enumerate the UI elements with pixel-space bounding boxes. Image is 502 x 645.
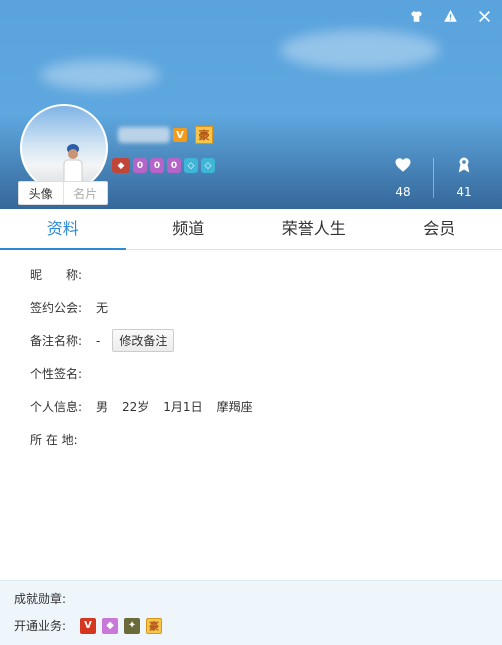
tab-membership[interactable]: 会员 <box>377 209 502 249</box>
birthday-value: 1月1日 <box>163 398 202 415</box>
nickname-row: 昵 称: <box>30 258 267 291</box>
likes-stat[interactable]: 48 <box>383 156 423 199</box>
warning-icon[interactable] <box>440 6 460 26</box>
footer-panel: 成就勋章: 开通业务: V ◆ ✦ 豪 <box>0 580 502 645</box>
avatar-tabs: 头像 名片 <box>18 181 108 205</box>
header-cloud <box>40 60 160 90</box>
signature-row: 个性签名: <box>30 357 267 390</box>
purple-medal-icon[interactable]: 0 <box>167 158 181 173</box>
vip-badge[interactable]: V <box>173 128 187 142</box>
achievements-row: 成就勋章: <box>14 590 66 607</box>
honors-count: 41 <box>444 185 484 199</box>
remark-row: 备注名称: - 修改备注 <box>30 324 267 357</box>
tab-profile[interactable]: 资料 <box>0 209 126 249</box>
gender-value: 男 <box>96 398 108 415</box>
medal-row: ◆ 0 0 0 ◇ ◇ <box>112 158 215 173</box>
diamond-medal-icon[interactable]: ◇ <box>201 158 215 173</box>
guild-row: 签约公会: 无 <box>30 291 267 324</box>
purple-medal-icon[interactable]: 0 <box>150 158 164 173</box>
profile-header: 头像 名片 V 豪 ◆ 0 0 0 ◇ ◇ 48 41 <box>0 0 502 209</box>
guild-value: 无 <box>96 299 108 316</box>
shirt-icon[interactable] <box>406 6 426 26</box>
signature-label: 个性签名: <box>30 365 96 382</box>
profile-tabs: 资料 频道 荣誉人生 会员 <box>0 209 502 250</box>
location-row: 所 在 地: <box>30 423 267 456</box>
achievements-label: 成就勋章: <box>14 590 66 607</box>
window-controls <box>406 6 494 26</box>
guild-label: 签约公会: <box>30 299 96 316</box>
personal-label: 个人信息: <box>30 398 96 415</box>
award-icon <box>444 156 484 177</box>
heart-icon <box>383 156 423 177</box>
close-icon[interactable] <box>474 6 494 26</box>
tab-channel[interactable]: 频道 <box>126 209 252 249</box>
edit-remark-button[interactable]: 修改备注 <box>112 329 174 352</box>
remark-value: - <box>96 334 100 348</box>
zodiac-value: 摩羯座 <box>217 398 253 415</box>
personal-row: 个人信息: 男 22岁 1月1日 摩羯座 <box>30 390 267 423</box>
location-label: 所 在 地: <box>30 431 96 448</box>
avatar-tab[interactable]: 头像 <box>19 182 63 204</box>
username-blurred <box>118 127 170 143</box>
crest-medal-icon[interactable]: ◆ <box>112 158 130 173</box>
avatar[interactable] <box>20 104 108 192</box>
tab-honor-life[interactable]: 荣誉人生 <box>251 209 377 249</box>
services-label: 开通业务: <box>14 617 66 634</box>
gem-service-icon[interactable]: ◆ <box>102 618 118 634</box>
hao-service-icon[interactable]: 豪 <box>146 618 162 634</box>
purple-medal-icon[interactable]: 0 <box>133 158 147 173</box>
vip-service-icon[interactable]: V <box>80 618 96 634</box>
services-row: 开通业务: V ◆ ✦ 豪 <box>14 617 162 634</box>
age-value: 22岁 <box>122 398 149 415</box>
header-cloud <box>280 30 440 70</box>
noble-service-icon[interactable]: ✦ <box>124 618 140 634</box>
stat-divider <box>433 158 434 198</box>
profile-info: 昵 称: 签约公会: 无 备注名称: - 修改备注 个性签名: 个人信息: 男 … <box>30 258 267 456</box>
honors-stat[interactable]: 41 <box>444 156 484 199</box>
nickname-label: 昵 称: <box>30 266 96 283</box>
card-tab[interactable]: 名片 <box>63 182 108 204</box>
hao-badge[interactable]: 豪 <box>195 126 213 144</box>
diamond-medal-icon[interactable]: ◇ <box>184 158 198 173</box>
likes-count: 48 <box>383 185 423 199</box>
remark-label: 备注名称: <box>30 332 96 349</box>
